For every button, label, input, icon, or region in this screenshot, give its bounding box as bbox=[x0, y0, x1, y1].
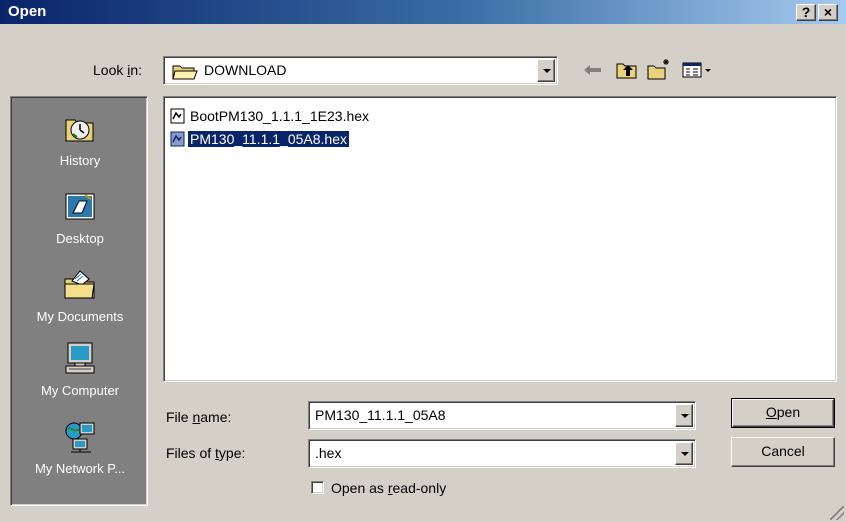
my-network-places-icon bbox=[65, 422, 95, 453]
history-icon bbox=[65, 119, 94, 142]
file-item-selected[interactable]: PM130_11.1.1_05A8.hex bbox=[170, 130, 350, 149]
open-dialog: Open ? × Look in: DOWNLOAD History Deskt… bbox=[0, 0, 846, 522]
open-button-label: Open bbox=[765, 404, 801, 420]
close-icon: × bbox=[823, 4, 833, 20]
open-button[interactable]: Open bbox=[731, 398, 835, 428]
desktop-icon bbox=[65, 193, 95, 220]
window-title: Open bbox=[8, 3, 47, 20]
cancel-button[interactable]: Cancel bbox=[731, 437, 835, 467]
my-computer-icon bbox=[65, 342, 95, 374]
new-folder-icon[interactable] bbox=[646, 57, 672, 83]
read-only-label[interactable]: Open as read-only bbox=[331, 480, 446, 496]
file-type-select[interactable]: .hex bbox=[308, 439, 696, 468]
view-menu-icon[interactable] bbox=[680, 57, 714, 83]
look-in-dropdown-button[interactable] bbox=[537, 59, 555, 82]
file-name-value: PM130_11.1.1_05A8 bbox=[315, 407, 446, 423]
look-in-value: DOWNLOAD bbox=[204, 62, 287, 78]
place-label: My Documents bbox=[36, 309, 124, 324]
place-label: My Network P... bbox=[34, 461, 126, 476]
my-documents-icon bbox=[64, 270, 95, 299]
file-type-value: .hex bbox=[315, 445, 342, 461]
file-type-dropdown-button[interactable] bbox=[675, 442, 693, 465]
look-in-label: Look in: bbox=[93, 62, 143, 78]
look-in-combobox[interactable]: DOWNLOAD bbox=[163, 56, 558, 85]
file-name: PM130_11.1.1_05A8.hex bbox=[187, 130, 350, 149]
cancel-button-label: Cancel bbox=[761, 443, 805, 459]
file-type-label: Files of type: bbox=[166, 445, 246, 461]
file-icon bbox=[170, 131, 185, 147]
up-one-level-icon[interactable] bbox=[614, 57, 640, 83]
back-arrow-icon[interactable] bbox=[580, 57, 606, 83]
place-label: My Computer bbox=[40, 383, 120, 398]
help-icon: ? bbox=[801, 4, 811, 20]
resize-grip-icon[interactable] bbox=[830, 506, 844, 520]
file-name: BootPM130_1.1.1_1E23.hex bbox=[190, 108, 370, 125]
file-name-label: File name: bbox=[166, 409, 232, 425]
places-bar: History Desktop My Documents My Computer… bbox=[10, 96, 148, 506]
file-list[interactable]: BootPM130_1.1.1_1E23.hex PM130_11.1.1_05… bbox=[163, 96, 837, 382]
close-button[interactable]: × bbox=[818, 4, 838, 21]
help-button[interactable]: ? bbox=[796, 4, 816, 21]
title-bar[interactable]: Open ? × bbox=[0, 0, 846, 24]
file-name-input[interactable]: PM130_11.1.1_05A8 bbox=[308, 401, 696, 430]
file-icon bbox=[170, 108, 185, 124]
folder-open-icon bbox=[172, 65, 198, 80]
place-label: Desktop bbox=[56, 231, 104, 246]
file-item[interactable]: BootPM130_1.1.1_1E23.hex bbox=[170, 107, 371, 126]
file-name-dropdown-button[interactable] bbox=[675, 404, 693, 427]
place-label: History bbox=[59, 153, 101, 168]
read-only-checkbox[interactable] bbox=[311, 481, 324, 494]
